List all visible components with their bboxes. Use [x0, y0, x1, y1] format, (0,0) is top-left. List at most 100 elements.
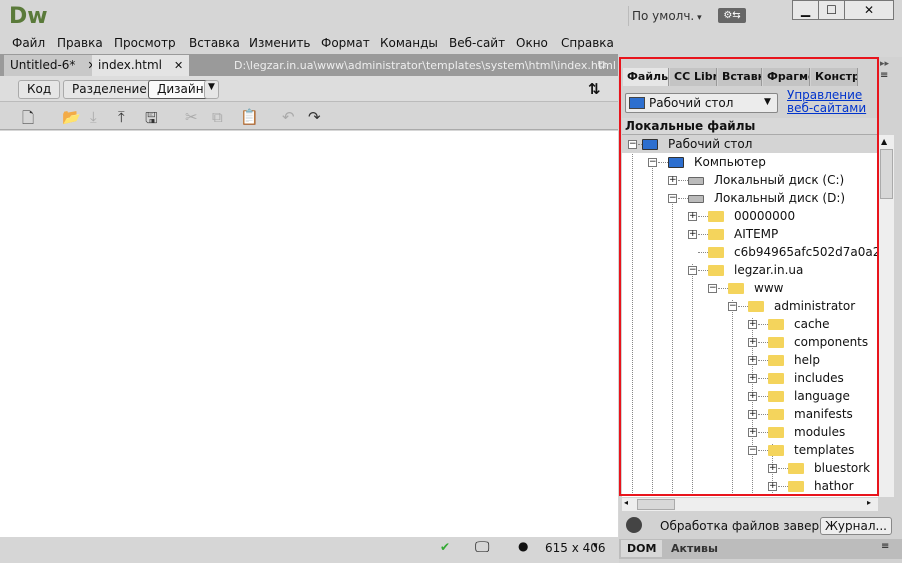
expand-icon[interactable]: + — [748, 356, 757, 365]
scroll-thumb[interactable] — [880, 149, 893, 199]
design-canvas[interactable] — [0, 131, 618, 537]
collapse-icon[interactable]: − — [648, 158, 657, 167]
undo-icon[interactable]: ↶ — [282, 108, 295, 126]
device-preview-icon[interactable]: 🖵 — [475, 538, 489, 556]
scroll-right-icon[interactable]: ▸ — [867, 498, 871, 507]
menu-insert[interactable]: Вставка — [189, 36, 240, 50]
tree-item[interactable]: − Локальный диск (D:) — [622, 189, 878, 207]
open-folder-icon[interactable]: 📂 — [62, 108, 81, 126]
maximize-button[interactable]: ☐ — [818, 0, 845, 20]
collapse-icon[interactable]: − — [708, 284, 717, 293]
expand-icon[interactable]: + — [748, 428, 757, 437]
get-file-icon[interactable]: ⤓ — [90, 108, 97, 126]
menu-site[interactable]: Веб-сайт — [449, 36, 505, 50]
tab-insert[interactable]: Вставка — [718, 68, 762, 86]
expand-icon[interactable]: + — [748, 410, 757, 419]
new-file-icon[interactable]: 🗋 — [22, 108, 34, 133]
tab-files[interactable]: Файлы — [623, 68, 669, 86]
expand-icon[interactable]: + — [748, 392, 757, 401]
tree-item[interactable]: c6b94965afc502d7a0a25cb17c — [622, 243, 878, 261]
collapse-panel-icon[interactable]: ▸▸ — [880, 59, 889, 69]
menu-file[interactable]: Файл — [12, 36, 45, 50]
expand-icon[interactable]: + — [748, 374, 757, 383]
tree-item[interactable]: + manifests — [622, 405, 878, 423]
tree-item[interactable]: − templates — [622, 441, 878, 459]
sort-icon[interactable]: ⇅ — [588, 80, 601, 98]
scroll-left-icon[interactable]: ◂ — [624, 498, 628, 507]
restore-window-icon[interactable]: ⧉ — [598, 58, 606, 72]
view-dropdown-icon[interactable]: ▼ — [204, 80, 219, 99]
site-select-value: Рабочий стол — [649, 96, 734, 110]
split-view-button[interactable]: Разделение — [63, 80, 156, 99]
log-button[interactable]: Журнал... — [820, 517, 892, 535]
tree-item-label: modules — [794, 425, 846, 439]
tree-item[interactable]: + cache — [622, 315, 878, 333]
horizontal-scrollbar[interactable]: ◂ ▸ — [622, 498, 878, 511]
tree-item[interactable]: + Локальный диск (C:) — [622, 171, 878, 189]
minimize-button[interactable]: ▁ — [792, 0, 819, 20]
expand-icon[interactable]: + — [668, 176, 677, 185]
panel-menu-icon[interactable]: ≡ — [881, 541, 889, 552]
menu-window[interactable]: Окно — [516, 36, 548, 50]
save-icon[interactable]: 🖫 — [145, 108, 158, 133]
design-view-button[interactable]: Дизайн — [148, 80, 213, 99]
panel-menu-icon[interactable]: ≡ — [880, 70, 888, 81]
manage-sites-link[interactable]: Управление веб-сайтами — [787, 89, 866, 115]
copy-icon[interactable]: ⧉ — [212, 108, 223, 126]
collapse-icon[interactable]: − — [748, 446, 757, 455]
vertical-scrollbar[interactable]: ▲ — [879, 135, 894, 497]
expand-icon[interactable]: + — [748, 338, 757, 347]
tree-item[interactable]: − legzar.in.ua — [622, 261, 878, 279]
tree-item[interactable]: + bluestork — [622, 459, 878, 477]
collapse-icon[interactable]: − — [668, 194, 677, 203]
tab-dom[interactable]: DOM — [621, 540, 663, 557]
tree-item[interactable]: + language — [622, 387, 878, 405]
cut-icon[interactable]: ✂ — [185, 108, 198, 126]
expand-icon[interactable]: + — [688, 212, 697, 221]
expand-icon[interactable]: + — [768, 464, 777, 473]
collapse-icon[interactable]: − — [628, 140, 637, 149]
collapse-icon[interactable]: − — [728, 302, 737, 311]
put-file-icon[interactable]: ⤒ — [118, 108, 125, 126]
close-button[interactable]: ✕ — [844, 0, 894, 20]
menu-view[interactable]: Просмотр — [114, 36, 176, 50]
tab-untitled-6[interactable]: Untitled-6*✕ — [4, 55, 103, 76]
tree-item[interactable]: + help — [622, 351, 878, 369]
tree-item[interactable]: − www — [622, 279, 878, 297]
expand-icon[interactable]: + — [748, 320, 757, 329]
tab-snippets[interactable]: Фрагмен — [763, 68, 810, 86]
tree-item[interactable]: + components — [622, 333, 878, 351]
tab-index-html[interactable]: index.html ✕ — [92, 55, 190, 76]
menu-format[interactable]: Формат — [321, 36, 370, 50]
site-select[interactable]: Рабочий стол ▼ — [625, 93, 778, 113]
globe-icon[interactable]: ● — [518, 539, 528, 553]
expand-icon[interactable]: + — [768, 482, 777, 491]
close-tab-icon[interactable]: ✕ — [174, 59, 183, 72]
tree-item[interactable]: +00000000 — [622, 207, 878, 225]
scroll-up-icon[interactable]: ▲ — [881, 137, 887, 146]
tree-item[interactable]: − Рабочий стол — [622, 135, 878, 153]
menu-commands[interactable]: Команды — [380, 36, 438, 50]
tree-item[interactable]: + hathor — [622, 477, 878, 495]
tree-item[interactable]: − Компьютер — [622, 153, 878, 171]
tree-item[interactable]: + modules — [622, 423, 878, 441]
expand-icon[interactable]: + — [688, 230, 697, 239]
chevron-down-icon[interactable]: ▾ — [593, 541, 598, 551]
tab-designer[interactable]: Констру — [811, 68, 858, 86]
sync-settings-icon[interactable]: ⚙⇆ — [718, 8, 746, 23]
workspace-switcher[interactable]: По умолч. — [632, 9, 702, 23]
tree-item[interactable]: − administrator — [622, 297, 878, 315]
local-files-header[interactable]: Локальные файлы — [622, 118, 878, 135]
menu-modify[interactable]: Изменить — [249, 36, 311, 50]
tree-item[interactable]: + includes — [622, 369, 878, 387]
tree-item[interactable]: + AITEMP — [622, 225, 878, 243]
tab-assets[interactable]: Активы — [665, 540, 724, 557]
tab-cc-libraries[interactable]: CC Librar — [670, 68, 717, 86]
menu-edit[interactable]: Правка — [57, 36, 103, 50]
paste-icon[interactable]: 📋 — [240, 108, 259, 126]
collapse-icon[interactable]: − — [688, 266, 697, 275]
scroll-thumb[interactable] — [637, 499, 675, 510]
code-view-button[interactable]: Код — [18, 80, 61, 99]
redo-icon[interactable]: ↷ — [308, 108, 321, 126]
menu-help[interactable]: Справка — [561, 36, 614, 50]
